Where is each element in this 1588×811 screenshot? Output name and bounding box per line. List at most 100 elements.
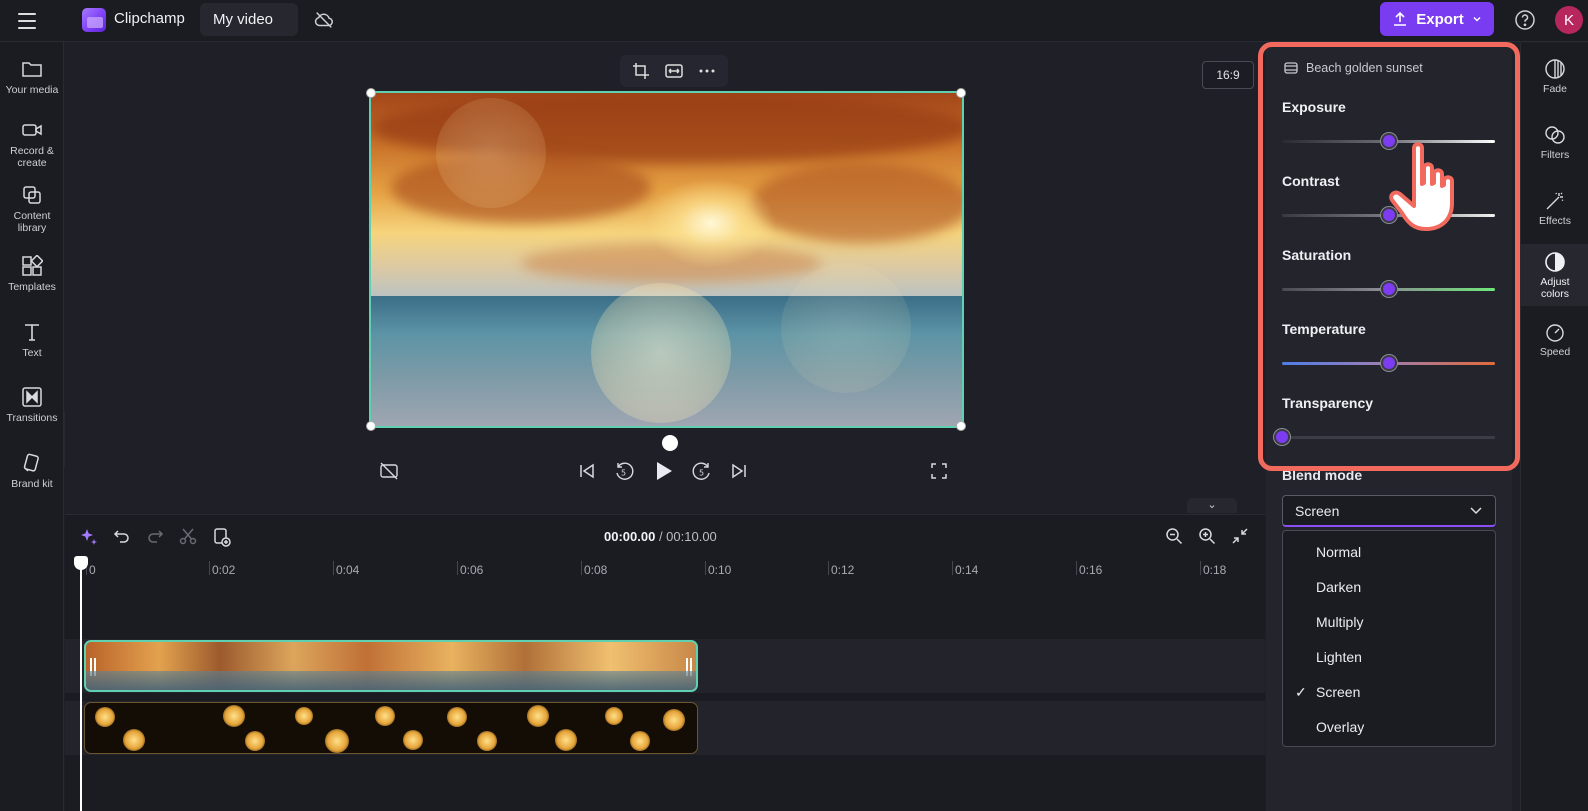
clip-thumbnail — [447, 707, 467, 727]
video-sun — [646, 178, 776, 268]
sidebar-item-templates[interactable]: Templates — [0, 255, 64, 293]
ruler-tick: 0 — [86, 561, 96, 577]
blend-option-screen[interactable]: ✓ Screen — [1283, 675, 1495, 710]
resize-handle[interactable] — [366, 88, 376, 98]
project-title-input[interactable]: My video — [200, 3, 298, 36]
chevron-down-icon: ⌄ — [1207, 499, 1217, 511]
current-time: 00:00.00 — [604, 529, 656, 544]
right-rail: Fade Filters Effects Adjust colors Speed — [1520, 43, 1588, 811]
collapse-timeline-button[interactable]: ⌄ — [1187, 498, 1237, 513]
fit-timeline-icon[interactable] — [1231, 527, 1249, 545]
sidebar-item-label: Content library — [13, 210, 51, 234]
aspect-ratio-button[interactable]: 16:9 — [1202, 61, 1254, 89]
ruler-tick: 0:04 — [332, 561, 360, 577]
rail-item-fade[interactable]: Fade — [1521, 58, 1588, 114]
trim-handle-left[interactable] — [90, 658, 96, 676]
blend-option-normal[interactable]: Normal — [1283, 535, 1495, 570]
ruler-tick: 0:10 — [704, 561, 732, 577]
sidebar-item-label: Brand kit — [11, 478, 53, 490]
left-sidebar: Your media Record & create Content libra… — [0, 42, 64, 811]
magic-sparkle-icon[interactable] — [79, 527, 99, 547]
playhead-handle[interactable] — [74, 556, 88, 570]
sidebar-item-your-media[interactable]: Your media — [0, 58, 64, 96]
blend-option-darken[interactable]: Darken — [1283, 570, 1495, 605]
hide-captions-icon[interactable] — [379, 462, 399, 480]
undo-icon[interactable] — [113, 527, 131, 545]
play-icon[interactable] — [654, 460, 674, 482]
sidebar-item-label: Text — [22, 347, 42, 359]
clip-thumbnail — [245, 731, 265, 751]
blend-mode-select[interactable]: Screen — [1282, 495, 1496, 527]
rail-item-filters[interactable]: Filters — [1521, 124, 1588, 180]
timeline: 00:00.00 / 00:10.00 0 0:02 0:04 0:06 0:0… — [65, 514, 1265, 811]
blend-option-multiply[interactable]: Multiply — [1283, 605, 1495, 640]
top-bar: Clipchamp My video Export K — [0, 0, 1588, 42]
cloud-off-icon[interactable] — [313, 9, 335, 31]
clip-thumbnail — [375, 706, 395, 726]
zoom-out-icon[interactable] — [1165, 527, 1183, 545]
sidebar-item-brand-kit[interactable]: Brand kit — [0, 452, 64, 490]
sidebar-item-text[interactable]: Text — [0, 321, 64, 359]
blend-option-overlay[interactable]: Overlay — [1283, 710, 1495, 745]
fullscreen-icon[interactable] — [930, 462, 948, 480]
option-label: Lighten — [1316, 649, 1362, 665]
add-media-icon[interactable] — [213, 527, 231, 547]
rewind-5-icon[interactable]: 5 — [613, 460, 635, 482]
clip-thumbnail — [477, 731, 497, 751]
resize-handle[interactable] — [366, 421, 376, 431]
redo-icon[interactable] — [146, 527, 164, 545]
sidebar-item-record-create[interactable]: Record & create — [0, 119, 64, 169]
playhead[interactable] — [80, 557, 82, 811]
library-icon — [23, 186, 41, 204]
rotate-handle-icon[interactable] — [662, 435, 678, 451]
avatar[interactable]: K — [1555, 6, 1583, 34]
ruler-tick: 0:18 — [1199, 561, 1227, 577]
rail-item-adjust-colors[interactable]: Adjust colors — [1521, 244, 1588, 306]
ruler-tick: 0:02 — [208, 561, 236, 577]
rail-item-effects[interactable]: Effects — [1521, 190, 1588, 246]
text-icon — [25, 324, 39, 341]
split-icon[interactable] — [179, 527, 197, 545]
ruler-tick: 0:16 — [1075, 561, 1103, 577]
option-label: Overlay — [1316, 719, 1365, 735]
option-label: Darken — [1316, 579, 1362, 595]
resize-handle[interactable] — [956, 421, 966, 431]
hamburger-menu-icon[interactable] — [18, 9, 46, 33]
clipchamp-logo-icon — [82, 8, 106, 32]
sidebar-item-transitions[interactable]: Transitions — [0, 386, 64, 424]
bokeh-overlay-clip[interactable] — [84, 702, 698, 754]
export-button[interactable]: Export — [1380, 2, 1494, 36]
clip-thumbnail — [223, 705, 245, 727]
resize-handle[interactable] — [956, 88, 966, 98]
beach-sunset-clip[interactable] — [84, 640, 698, 692]
time-readout: 00:00.00 / 00:10.00 — [604, 529, 717, 544]
upload-icon — [1394, 11, 1407, 26]
crop-icon[interactable] — [632, 62, 650, 80]
zoom-in-icon[interactable] — [1198, 527, 1216, 545]
rail-item-label: Filters — [1540, 149, 1570, 161]
camera-icon — [22, 124, 42, 136]
rail-item-label: Effects — [1539, 215, 1571, 227]
sidebar-item-label: Record & create — [10, 145, 54, 169]
rail-item-label: Adjust colors — [1540, 276, 1570, 300]
sidebar-item-label: Templates — [8, 281, 56, 293]
clip-thumbnail — [630, 731, 650, 751]
blend-option-lighten[interactable]: Lighten — [1283, 640, 1495, 675]
fit-icon[interactable] — [665, 62, 683, 80]
help-icon[interactable] — [1513, 8, 1537, 32]
clip-thumbnail — [555, 729, 577, 751]
forward-5-icon[interactable]: 5 — [691, 460, 713, 482]
hand-cursor-icon — [1389, 142, 1454, 231]
ruler-tick: 0:08 — [580, 561, 608, 577]
ruler-tick: 0:12 — [827, 561, 855, 577]
skip-forward-icon[interactable] — [730, 462, 748, 480]
sidebar-item-content-library[interactable]: Content library — [0, 184, 64, 234]
more-icon[interactable] — [698, 62, 716, 80]
trim-handle-right[interactable] — [686, 658, 692, 676]
video-preview[interactable] — [369, 91, 964, 428]
ruler-tick: 0:14 — [951, 561, 979, 577]
skip-back-icon[interactable] — [578, 462, 596, 480]
time-ruler[interactable]: 0 0:02 0:04 0:06 0:08 0:10 0:12 0:14 0:1… — [65, 559, 1265, 585]
clip-thumbnail — [95, 707, 115, 727]
rail-item-speed[interactable]: Speed — [1521, 321, 1588, 377]
